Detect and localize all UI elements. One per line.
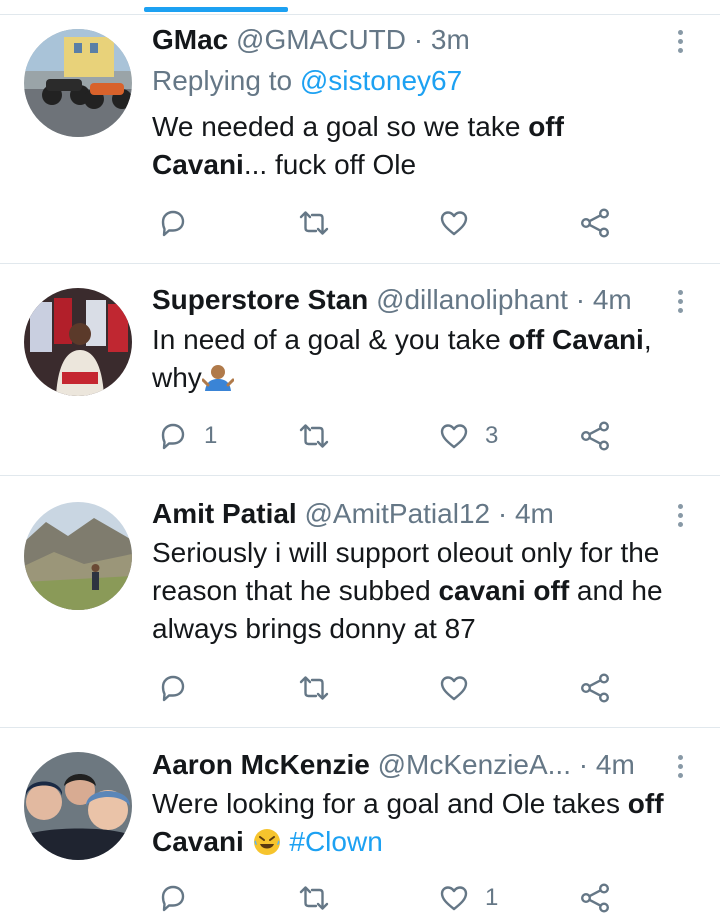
text-segment: In need of a goal & you take [152, 324, 509, 355]
tweet-actions: 1 3 [152, 416, 622, 456]
share-button[interactable] [578, 416, 612, 456]
retweet-button[interactable] [297, 416, 345, 456]
reply-button[interactable] [156, 668, 204, 708]
tweet-text: In need of a goal & you take off Cavani,… [152, 321, 707, 403]
replying-label: Replying to [152, 65, 293, 96]
user-handle[interactable]: @dillanoliphant [376, 284, 568, 315]
highlight-term: Cavani [152, 149, 244, 180]
separator-dot: · [575, 284, 586, 315]
more-vertical-icon[interactable] [670, 286, 690, 320]
share-icon [581, 208, 609, 238]
replying-to: Replying to @sistoney67 [152, 64, 462, 98]
like-button[interactable]: 1 [437, 878, 498, 918]
share-icon [581, 421, 609, 451]
retweet-button[interactable] [297, 878, 345, 918]
avatar[interactable] [24, 288, 132, 396]
retweet-icon [299, 424, 329, 448]
tweet-text: Seriously i will support oleout only for… [152, 534, 707, 648]
more-vertical-icon[interactable] [670, 500, 690, 534]
hashtag-link[interactable]: #Clown [289, 826, 382, 857]
display-name[interactable]: Amit Patial [152, 498, 297, 529]
avatar[interactable] [24, 752, 132, 860]
avatar[interactable] [24, 29, 132, 137]
more-vertical-icon[interactable] [670, 751, 690, 785]
separator-dot: · [497, 498, 508, 529]
reply-count: 1 [204, 422, 218, 449]
tweet[interactable]: GMac @GMACUTD · 3m Replying to @sistoney… [0, 14, 720, 264]
tweet[interactable]: Amit Patial @AmitPatial12 · 4m Seriously… [0, 476, 720, 728]
highlight-term: off Cavani [508, 324, 644, 355]
display-name[interactable]: Superstore Stan [152, 284, 368, 315]
timestamp[interactable]: 4m [593, 284, 632, 315]
heart-icon [440, 211, 468, 236]
retweet-icon [299, 886, 329, 910]
timestamp[interactable]: 4m [515, 498, 554, 529]
reply-button[interactable] [156, 878, 204, 918]
reply-button[interactable] [156, 203, 204, 243]
highlight-term: cavani off [438, 575, 570, 606]
reply-button[interactable]: 1 [156, 416, 217, 456]
retweet-icon [299, 211, 329, 235]
tab-bar [0, 0, 720, 15]
reply-icon [161, 675, 185, 702]
active-tab-indicator [144, 7, 288, 12]
reply-icon [161, 885, 185, 912]
retweet-button[interactable] [297, 668, 345, 708]
user-handle[interactable]: @GMACUTD [236, 24, 406, 55]
rolling-on-floor-laughing-emoji [252, 827, 282, 867]
retweet-button[interactable] [297, 203, 345, 243]
display-name[interactable]: Aaron McKenzie [152, 749, 370, 780]
like-button[interactable] [437, 203, 485, 243]
tweet-actions [152, 668, 622, 708]
more-vertical-icon[interactable] [670, 26, 690, 60]
text-segment: Were looking for a goal and Ole takes [152, 788, 628, 819]
tweet-actions: 1 [152, 878, 622, 918]
timestamp[interactable]: 3m [431, 24, 470, 55]
tweet-header: Superstore Stan @dillanoliphant · 4m [152, 283, 632, 317]
share-button[interactable] [578, 878, 612, 918]
separator-dot: · [413, 24, 424, 55]
reply-icon [161, 210, 185, 237]
tweet-header: GMac @GMACUTD · 3m [152, 23, 470, 57]
tweet[interactable]: Superstore Stan @dillanoliphant · 4m In … [0, 264, 720, 476]
user-handle[interactable]: @AmitPatial12 [304, 498, 490, 529]
person-shrugging-emoji [201, 363, 235, 403]
tweet-actions [152, 203, 622, 243]
heart-icon [440, 886, 468, 911]
highlight-term: off [627, 788, 664, 819]
display-name[interactable]: GMac [152, 24, 228, 55]
share-icon [581, 673, 609, 703]
like-button[interactable] [437, 668, 485, 708]
heart-icon [440, 424, 468, 449]
retweet-icon [299, 676, 329, 700]
reply-icon [161, 423, 185, 450]
tweet-header: Aaron McKenzie @McKenzieA... · 4m [152, 748, 635, 782]
timestamp[interactable]: 4m [596, 749, 635, 780]
user-handle[interactable]: @McKenzieA... [378, 749, 571, 780]
highlight-term: off [528, 111, 564, 142]
tweet-text: Were looking for a goal and Ole takes of… [152, 785, 707, 867]
tweet[interactable]: Aaron McKenzie @McKenzieA... · 4m Were l… [0, 728, 720, 913]
text-segment: We needed a goal so we take [152, 111, 529, 142]
like-count: 1 [485, 884, 499, 911]
mention-link[interactable]: @sistoney67 [300, 65, 462, 96]
like-button[interactable]: 3 [437, 416, 498, 456]
separator-dot: · [578, 749, 589, 780]
tweet-header: Amit Patial @AmitPatial12 · 4m [152, 497, 554, 531]
share-button[interactable] [578, 668, 612, 708]
text-segment: ... fuck off Ole [243, 149, 417, 180]
avatar[interactable] [24, 502, 132, 610]
share-button[interactable] [578, 203, 612, 243]
tweet-text: We needed a goal so we take off Cavani...… [152, 108, 707, 184]
like-count: 3 [485, 422, 499, 449]
share-icon [581, 883, 609, 913]
highlight-term: Cavani [152, 826, 244, 857]
heart-icon [440, 676, 468, 701]
